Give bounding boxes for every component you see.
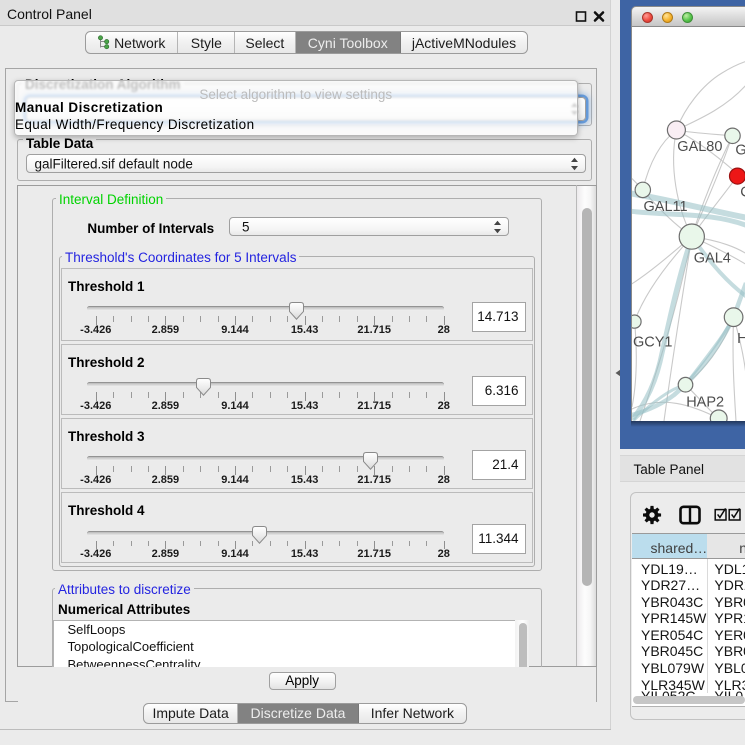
svg-text:H: H bbox=[737, 331, 745, 347]
svg-text:GCY1: GCY1 bbox=[633, 334, 673, 350]
svg-text:GA: GA bbox=[735, 142, 745, 158]
svg-text:HAP2: HAP2 bbox=[686, 394, 724, 410]
svg-text:GAL11: GAL11 bbox=[644, 199, 688, 215]
svg-text:GAL80: GAL80 bbox=[677, 139, 722, 155]
svg-text:C: C bbox=[740, 185, 745, 201]
svg-text:GAL4: GAL4 bbox=[694, 250, 731, 266]
